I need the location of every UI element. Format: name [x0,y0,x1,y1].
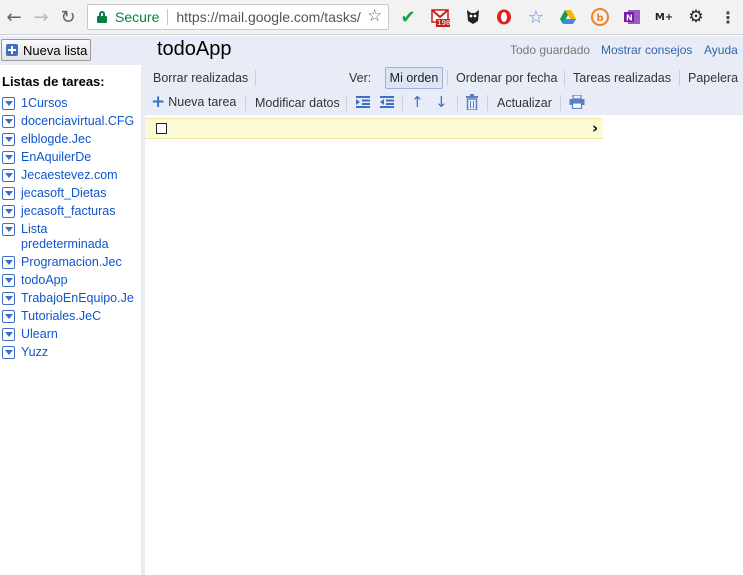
browser-toolbar: ← → ↻ Secure https://mail.google.com/tas… [0,0,743,35]
checkmark-extension-icon[interactable]: ✔ [398,7,418,28]
sidebar-divider [141,65,145,575]
back-icon[interactable]: ← [3,6,25,28]
google-drive-icon[interactable] [558,7,578,27]
onenote-icon[interactable]: N [622,7,642,27]
app-header: Nueva lista todoApp Todo guardado Mostra… [0,36,743,65]
list-item[interactable]: jecasoft_Dietas [2,186,139,201]
dropdown-icon[interactable] [2,133,15,146]
dropdown-icon[interactable] [2,310,15,323]
opera-icon[interactable] [494,7,514,27]
edit-details-button[interactable]: Modificar datos [255,96,340,110]
print-icon[interactable] [569,94,585,113]
list-item[interactable]: EnAquilerDe [2,150,139,165]
clear-completed-button[interactable]: Borrar realizadas [153,71,248,85]
blue-star-icon[interactable]: ☆ [526,7,546,28]
owl-extension-icon[interactable] [463,7,483,27]
completed-tasks-button[interactable]: Tareas realizadas [573,71,671,85]
dropdown-icon[interactable] [2,346,15,359]
outdent-icon[interactable] [380,96,394,112]
secure-label: Secure [115,9,160,25]
gmail-badge: 198 [437,19,451,27]
new-list-label: Nueva lista [23,42,88,58]
page-title: todoApp [157,38,232,60]
browser-menu-icon[interactable]: ⋮ [718,7,738,27]
task-lists-sidebar: Listas de tareas: 1Cursos docenciavirtua… [0,65,141,575]
list-item[interactable]: 1Cursos [2,96,139,111]
dropdown-icon[interactable] [2,169,15,182]
list-item[interactable]: Tutoriales.JeC [2,309,139,324]
url-text: https://mail.google.com/tasks/ [176,9,361,25]
view-toolbar: Borrar realizadas Ver: Mi orden Ordenar … [145,65,743,91]
indent-icon[interactable] [356,96,370,112]
refresh-button[interactable]: Actualizar [497,96,552,110]
list-item[interactable]: Programacion.Jec [2,255,139,270]
svg-text:b: b [597,13,604,24]
list-item[interactable]: Lista predeterminada [2,222,121,252]
chevron-right-icon[interactable]: › [592,119,598,137]
list-item[interactable]: Jecaestevez.com [2,168,139,183]
plus-icon: + [151,92,166,112]
dropdown-icon[interactable] [2,274,15,287]
list-item[interactable]: jecasoft_facturas [2,204,139,219]
address-bar[interactable]: Secure https://mail.google.com/tasks/ [87,4,389,30]
reload-icon[interactable]: ↻ [57,6,79,28]
task-row[interactable]: › [145,118,603,139]
sort-by-date-button[interactable]: Ordenar por fecha [456,71,557,85]
medium-extension-icon[interactable]: M+ [654,7,674,27]
list-item[interactable]: docenciavirtual.CFG [2,114,139,129]
dropdown-icon[interactable] [2,97,15,110]
forward-icon[interactable]: → [30,6,52,28]
dropdown-icon[interactable] [2,151,15,164]
orange-b-icon[interactable]: b [590,7,610,27]
new-list-button[interactable]: Nueva lista [1,39,91,61]
task-toolbar: + Nueva tarea Modificar datos ↑ ↓ Actual… [145,91,743,115]
move-down-icon[interactable]: ↓ [435,93,448,111]
list-item[interactable]: TrabajoEnEquipo.Je [2,291,139,306]
dropdown-icon[interactable] [2,292,15,305]
dropdown-icon[interactable] [2,328,15,341]
move-up-icon[interactable]: ↑ [411,93,424,111]
bookmark-star-icon[interactable]: ☆ [367,6,382,26]
list-item[interactable]: Yuzz [2,345,139,360]
dropdown-icon[interactable] [2,187,15,200]
list-item[interactable]: Ulearn [2,327,139,342]
list-item[interactable]: elblogde.Jec [2,132,139,147]
dropdown-icon[interactable] [2,223,15,236]
lock-icon [97,11,107,23]
help-link[interactable]: Ayuda [704,43,738,57]
task-checkbox[interactable] [156,123,167,134]
trash-button[interactable]: Papelera [688,71,738,85]
trash-icon[interactable] [465,94,479,114]
gmail-icon[interactable]: 198 [431,7,451,27]
dropdown-icon[interactable] [2,115,15,128]
view-label: Ver: [349,71,372,85]
new-task-button[interactable]: + Nueva tarea [151,92,236,112]
sidebar-title: Listas de tareas: [2,74,105,89]
my-order-button[interactable]: Mi orden [385,67,443,89]
svg-text:N: N [626,14,633,23]
save-status: Todo guardado [510,43,591,57]
add-list-icon [6,44,18,56]
gear-icon[interactable]: ⚙ [686,7,706,27]
list-item[interactable]: todoApp [2,273,139,288]
dropdown-icon[interactable] [2,256,15,269]
show-tips-link[interactable]: Mostrar consejos [601,43,692,57]
dropdown-icon[interactable] [2,205,15,218]
